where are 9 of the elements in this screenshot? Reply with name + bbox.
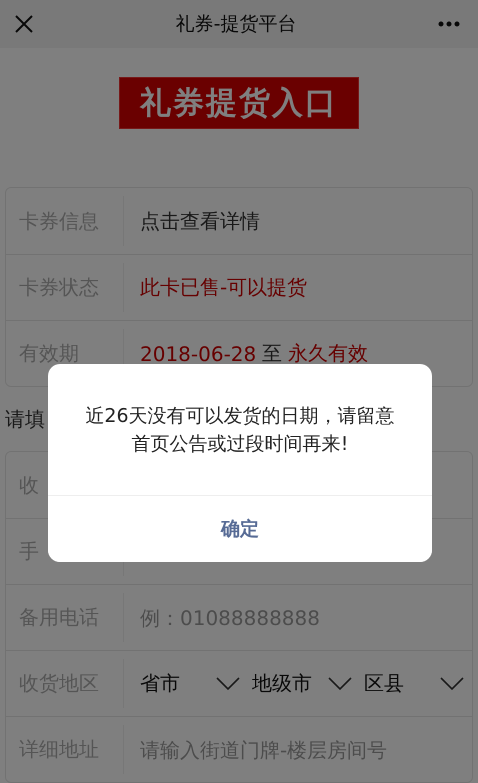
value-text: 至 bbox=[262, 340, 282, 367]
status-text: 此卡已售-可以提货 bbox=[140, 274, 308, 301]
entrance-banner: 礼券提货入口 bbox=[119, 77, 359, 129]
status-text: 2018-06-28 bbox=[140, 342, 256, 366]
window-title: 礼券-提货平台 bbox=[176, 12, 296, 37]
section-title: 请填 bbox=[5, 407, 45, 431]
status-text: 永久有效 bbox=[288, 340, 368, 367]
dialog-message: 近26天没有可以发货的日期，请留意首页公告或过段时间再来! bbox=[84, 404, 396, 456]
value-text: 点击查看详情 bbox=[140, 208, 260, 234]
